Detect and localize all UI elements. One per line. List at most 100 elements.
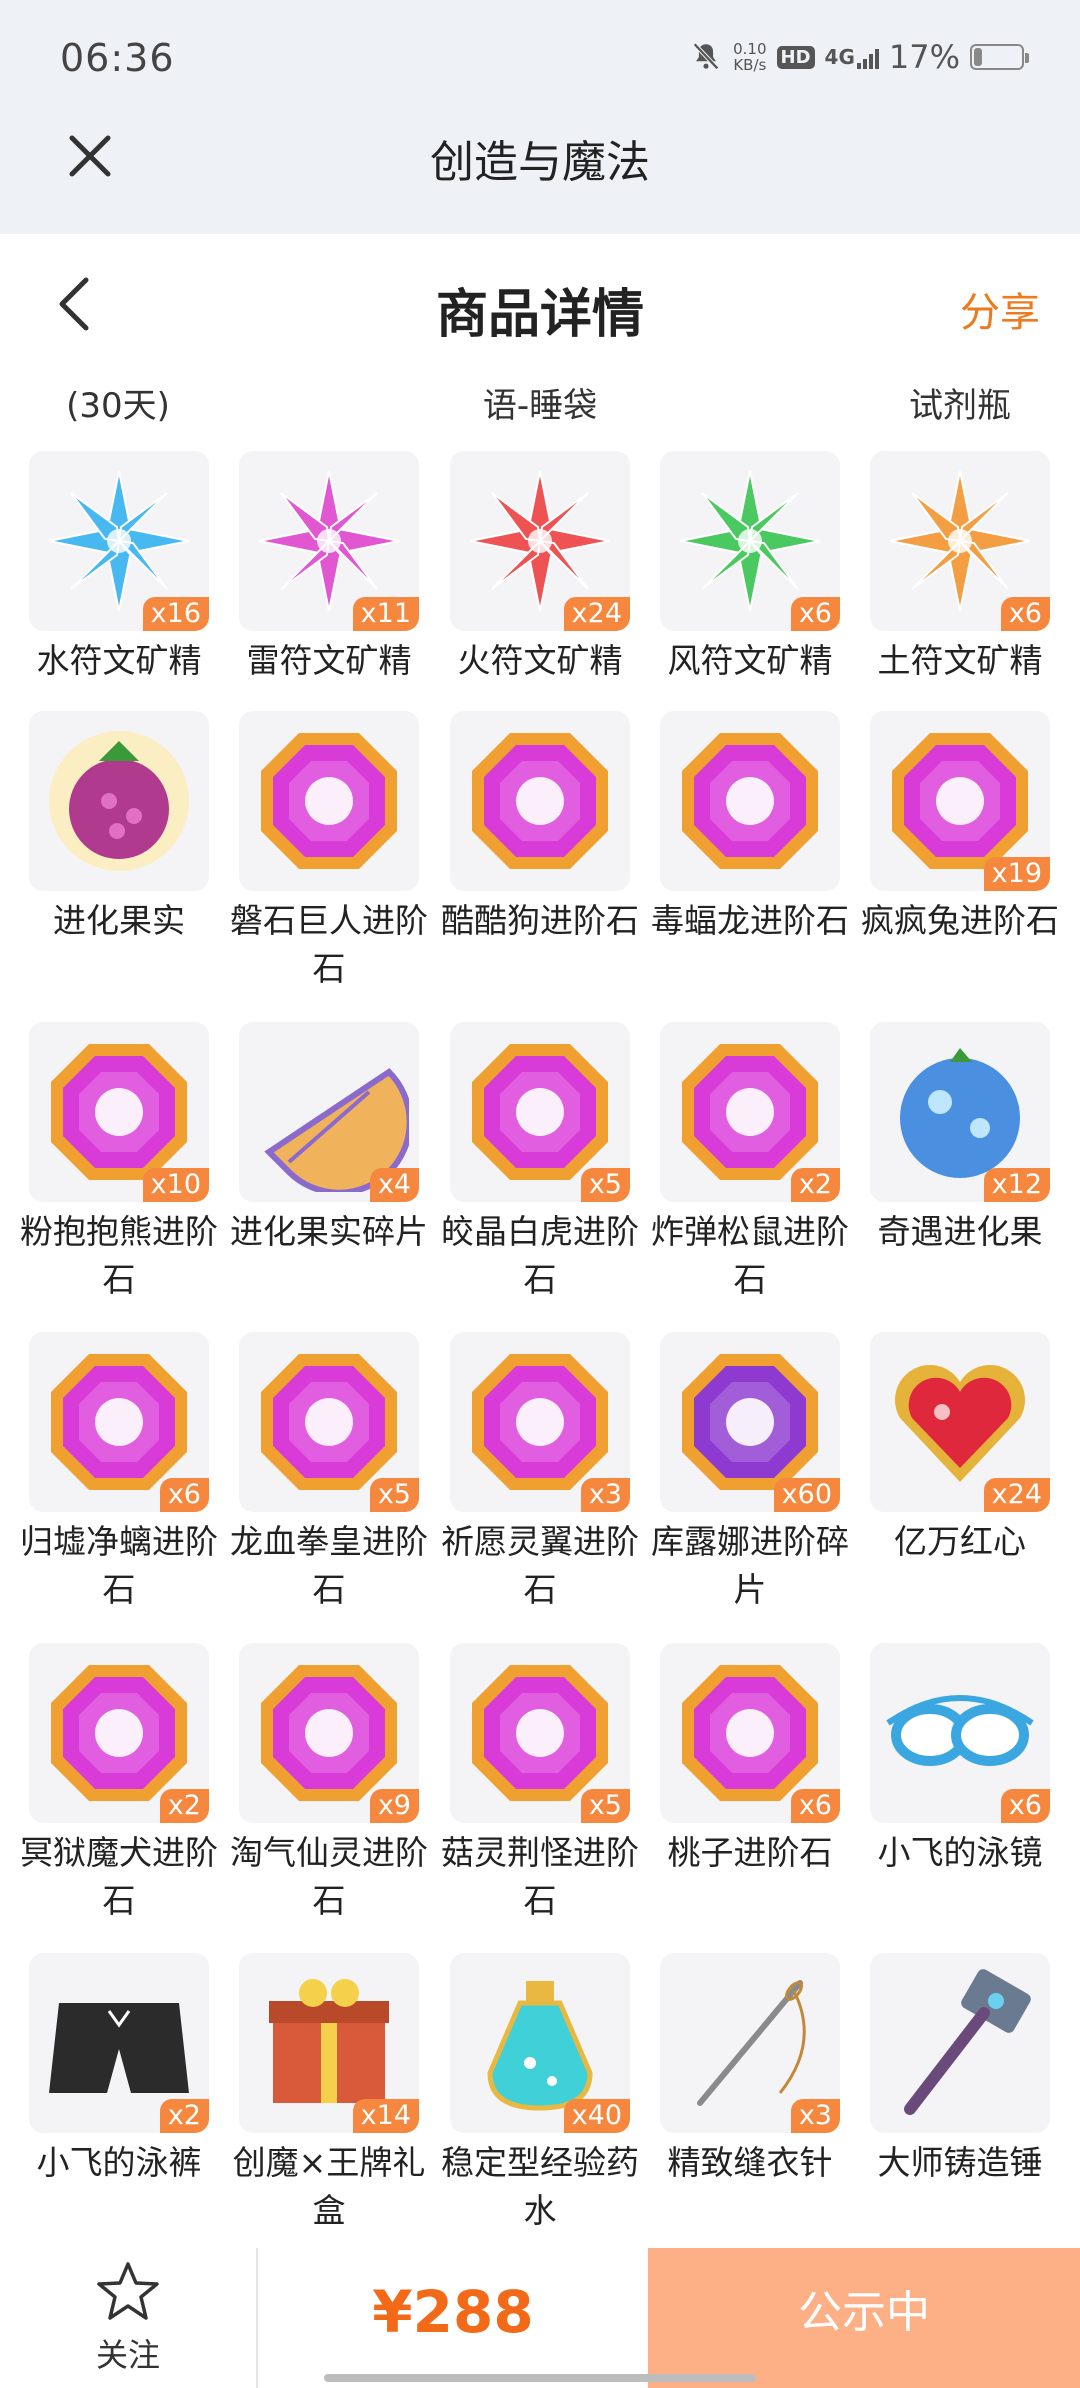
item-name: 归墟净螭进阶石 xyxy=(20,1522,218,1609)
item-tile xyxy=(450,711,630,891)
quantity-badge: x6 xyxy=(1000,597,1050,631)
status-icons: 0.10 KB/s HD 4G 17% xyxy=(689,38,1029,76)
item-tile: x5 xyxy=(450,1643,630,1823)
item-tile xyxy=(660,711,840,891)
item-name: 粉抱抱熊进阶石 xyxy=(20,1212,218,1299)
quantity-badge: x11 xyxy=(352,597,419,631)
item-name: 桃子进阶石 xyxy=(667,1833,833,1872)
quantity-badge: x19 xyxy=(983,857,1050,891)
item-name: 进化果实碎片 xyxy=(230,1212,428,1251)
item-tile: x16 xyxy=(29,451,209,631)
quantity-badge: x5 xyxy=(369,1478,419,1512)
item-tile: x11 xyxy=(239,451,419,631)
item-tile: x5 xyxy=(239,1332,419,1512)
battery-icon xyxy=(970,44,1029,70)
item-tile: x4 xyxy=(239,1022,419,1202)
item-tile: x6 xyxy=(29,1332,209,1512)
quantity-badge: x12 xyxy=(983,1168,1050,1202)
advancement-stone-icon xyxy=(261,733,397,869)
item-name-partial: 语-睡袋 xyxy=(482,386,598,426)
item-name: 奇遇进化果 xyxy=(877,1212,1043,1251)
item-name: 小飞的泳裤 xyxy=(36,2143,202,2182)
quantity-badge: x2 xyxy=(159,1789,209,1823)
item-tile: x6 xyxy=(870,451,1050,631)
item-name: 疯疯兔进阶石 xyxy=(861,901,1059,940)
price: ¥288 xyxy=(372,2278,534,2346)
quantity-badge: x6 xyxy=(1000,1789,1050,1823)
public-notice-button[interactable]: 公示中 xyxy=(648,2248,1080,2388)
item-name: 风符文矿精 xyxy=(667,641,833,680)
item-tile: x24 xyxy=(450,451,630,631)
item-tile: x6 xyxy=(870,1643,1050,1823)
quantity-badge: x24 xyxy=(983,1478,1050,1512)
item-tile: x60 xyxy=(660,1332,840,1512)
battery-fill xyxy=(974,48,982,66)
quantity-badge: x5 xyxy=(580,1789,630,1823)
quantity-badge: x6 xyxy=(159,1478,209,1512)
item-tile: x3 xyxy=(450,1332,630,1512)
quantity-badge: x9 xyxy=(369,1789,419,1823)
item-tile: x2 xyxy=(29,1643,209,1823)
item-name: 库露娜进阶碎片 xyxy=(651,1522,849,1609)
item-name: 亿万红心 xyxy=(894,1522,1026,1561)
net-speed-unit: KB/s xyxy=(733,56,767,74)
item-tile xyxy=(239,711,419,891)
item-name: 淘气仙灵进阶石 xyxy=(230,1833,428,1920)
home-indicator[interactable] xyxy=(324,2374,756,2382)
item-name: 磐石巨人进阶石 xyxy=(230,901,428,988)
bell-muted-icon xyxy=(693,42,719,70)
quantity-badge: x3 xyxy=(580,1478,630,1512)
item-tile: x3 xyxy=(660,1953,840,2133)
item-tile: x14 xyxy=(239,1953,419,2133)
app-title: 创造与魔法 xyxy=(430,137,650,188)
app-header-zone: 06:36 0.10 KB/s HD 4G 17% 创造与魔法 xyxy=(0,0,1080,234)
quantity-badge: x16 xyxy=(142,597,209,631)
item-name: 冥狱魔犬进阶石 xyxy=(20,1833,218,1920)
item-tile: x12 xyxy=(870,1022,1050,1202)
net-speed-value: 0.10 xyxy=(733,40,767,58)
item-name: 火符文矿精 xyxy=(457,641,623,680)
item-tile: x2 xyxy=(29,1953,209,2133)
quantity-badge: x2 xyxy=(159,2099,209,2133)
item-name: 大师铸造锤 xyxy=(877,2143,1043,2182)
quantity-badge: x10 xyxy=(142,1168,209,1202)
network-type: 4G xyxy=(824,45,855,69)
item-name: 土符文矿精 xyxy=(877,641,1043,680)
advancement-stone-icon xyxy=(682,733,818,869)
item-tile: x10 xyxy=(29,1022,209,1202)
item-name: 精致缝衣针 xyxy=(667,2143,833,2182)
item-name: 进化果实 xyxy=(53,901,185,940)
quantity-badge: x2 xyxy=(790,1168,840,1202)
share-button[interactable]: 分享 xyxy=(960,280,1040,338)
follow-button[interactable]: 关注 xyxy=(0,2248,256,2388)
item-name: 祈愿灵翼进阶石 xyxy=(441,1522,639,1609)
signal-bars-icon xyxy=(856,47,879,69)
item-name: 菇灵荆怪进阶石 xyxy=(441,1833,639,1920)
quantity-badge: x3 xyxy=(790,2099,840,2133)
item-name: 炸弹松鼠进阶石 xyxy=(651,1212,849,1299)
item-tile: x5 xyxy=(450,1022,630,1202)
item-name: 毒蝠龙进阶石 xyxy=(651,901,849,940)
item-name: 酷酷狗进阶石 xyxy=(441,901,639,940)
status-time: 06:36 xyxy=(60,36,175,80)
item-tile xyxy=(29,711,209,891)
quantity-badge: x5 xyxy=(580,1168,630,1202)
item-name: 小飞的泳镜 xyxy=(877,1833,1043,1872)
item-name: 创魔×王牌礼盒 xyxy=(232,2143,426,2230)
advancement-stone-icon xyxy=(472,733,608,869)
item-name: 稳定型经验药水 xyxy=(441,2143,639,2230)
item-name: 雷符文矿精 xyxy=(246,641,412,680)
quantity-badge: x6 xyxy=(790,597,840,631)
item-name-partial: 试剂瓶 xyxy=(909,386,1011,426)
item-name-partial: (30天) xyxy=(66,386,170,426)
net-speed: 0.10 KB/s xyxy=(733,41,766,73)
page-title: 商品详情 xyxy=(435,285,644,345)
previous-row-labels: (30天) 语-睡袋 试剂瓶 xyxy=(0,378,1080,428)
bottom-action-bar: 关注 ¥288 公示中 xyxy=(0,2248,1080,2388)
quantity-badge: x6 xyxy=(790,1789,840,1823)
item-tile: x40 xyxy=(450,1953,630,2133)
quantity-badge: x24 xyxy=(563,597,630,631)
quantity-badge: x40 xyxy=(563,2099,630,2133)
item-name: 皎晶白虎进阶石 xyxy=(441,1212,639,1299)
star-icon xyxy=(97,2262,159,2320)
